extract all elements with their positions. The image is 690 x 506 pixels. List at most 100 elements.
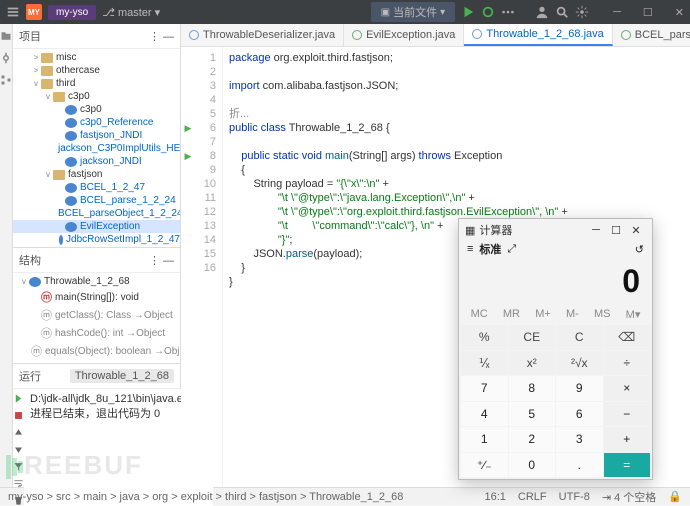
calc-history-icon[interactable]: ↺	[635, 243, 644, 256]
breadcrumb[interactable]: my-yso > src > main > java > org > explo…	[8, 491, 473, 503]
calc-title: 计算器	[479, 222, 512, 238]
commit-tool-icon[interactable]	[0, 52, 12, 64]
editor-tab[interactable]: ThrowableDeserializer.java	[181, 24, 344, 46]
calc-maximize[interactable]: ☐	[606, 224, 626, 237]
tree-node[interactable]: vfastjson	[13, 168, 180, 181]
structure-node[interactable]: ⓜmain(String[]): void	[13, 288, 180, 306]
calc-minimize[interactable]: ─	[586, 224, 606, 236]
structure-node[interactable]: ⓜgetClass(): Class →Object	[13, 306, 180, 324]
structure-tree[interactable]: vThrowable_1_2_68ⓜmain(String[]): voidⓜg…	[13, 273, 180, 363]
editor-tab[interactable]: Throwable_1_2_68.java	[464, 24, 612, 46]
calculator-window[interactable]: ▦ 计算器 ─ ☐ ✕ ≡ 标准 ⤢ ↺ 0 MCMRM+M-MSM▾ %CEC…	[458, 218, 653, 480]
calc-key[interactable]: CE	[509, 325, 556, 350]
project-name[interactable]: my-yso	[48, 5, 96, 20]
editor-tab[interactable]: EvilException.java	[344, 24, 464, 46]
run-icon[interactable]	[461, 5, 475, 19]
user-icon[interactable]	[535, 5, 549, 19]
calc-menu-icon[interactable]: ≡	[467, 243, 473, 255]
tree-node[interactable]: vc3p0	[13, 90, 180, 103]
structure-node[interactable]: ⓜequals(Object): boolean →Object	[13, 342, 180, 360]
tree-node[interactable]: >othercase	[13, 64, 180, 77]
calc-key[interactable]: 4	[461, 402, 508, 427]
stop-icon[interactable]	[13, 410, 24, 421]
status-bar: my-yso > src > main > java > org > explo…	[0, 487, 690, 505]
file-encoding[interactable]: UTF-8	[559, 491, 590, 503]
tree-node[interactable]: jackson_JNDI	[13, 155, 180, 168]
calc-key[interactable]: 5	[509, 402, 556, 427]
tree-node[interactable]: c3p0_Reference	[13, 116, 180, 129]
calc-key[interactable]: ⁺∕₋	[461, 453, 508, 478]
calc-key[interactable]: C	[556, 325, 603, 350]
close-button[interactable]: ✕	[675, 6, 684, 19]
calc-key[interactable]: 6	[556, 402, 603, 427]
calc-app-icon: ▦	[465, 224, 475, 237]
tree-node[interactable]: vthird	[13, 77, 180, 90]
calc-key[interactable]: ⅟ₓ	[461, 351, 508, 376]
rerun-icon[interactable]	[13, 393, 24, 404]
calc-key[interactable]: 8	[509, 376, 556, 401]
search-icon[interactable]	[555, 5, 569, 19]
calc-mem-btn[interactable]: M-	[566, 308, 579, 321]
run-config-selector[interactable]: ▣ 当前文件 ▾	[371, 2, 455, 22]
filter-icon[interactable]	[13, 461, 24, 472]
readonly-icon[interactable]: 🔒	[668, 490, 682, 503]
menu-icon[interactable]	[6, 5, 20, 19]
editor-tab[interactable]: BCEL_parse_1_2_24.java	[613, 24, 690, 46]
tree-node[interactable]: >misc	[13, 51, 180, 64]
calc-key[interactable]: 1	[461, 427, 508, 452]
more-icon[interactable]	[501, 5, 515, 19]
calc-key[interactable]: 0	[509, 453, 556, 478]
vcs-branch[interactable]: ⎇ master ▾	[102, 6, 160, 19]
calc-titlebar[interactable]: ▦ 计算器 ─ ☐ ✕	[459, 219, 652, 241]
tree-node[interactable]: BCEL_parse_1_2_24	[13, 194, 180, 207]
calc-key[interactable]: ⌫	[604, 325, 651, 350]
title-bar: MY my-yso ⎇ master ▾ ▣ 当前文件 ▾ ─ ☐ ✕	[0, 0, 690, 24]
calc-key[interactable]: ÷	[604, 351, 651, 376]
settings-icon[interactable]	[575, 5, 589, 19]
structure-node[interactable]: vThrowable_1_2_68	[13, 275, 180, 288]
tree-node[interactable]: c3p0	[13, 103, 180, 116]
tree-node[interactable]: EvilException	[13, 220, 180, 233]
tree-node[interactable]: fastjson_JNDI	[13, 129, 180, 142]
run-toolbar	[13, 389, 24, 506]
calc-key[interactable]: .	[556, 453, 603, 478]
calc-key[interactable]: 7	[461, 376, 508, 401]
calc-key[interactable]: −	[604, 402, 651, 427]
calc-close[interactable]: ✕	[626, 224, 646, 237]
calc-mem-btn[interactable]: M+	[535, 308, 551, 321]
project-tree[interactable]: >misc>othercasevthirdvc3p0c3p0c3p0_Refer…	[13, 49, 180, 247]
structure-tool-icon[interactable]	[0, 74, 12, 86]
calc-pin-icon[interactable]: ⤢	[507, 243, 516, 256]
tree-node[interactable]: BCEL_1_2_47	[13, 181, 180, 194]
tree-node[interactable]: jackson_C3P0ImplUtils_HEX_C	[13, 142, 180, 155]
calc-mem-btn[interactable]: MR	[503, 308, 520, 321]
calc-mem-btn[interactable]: MC	[471, 308, 488, 321]
run-up-icon[interactable]	[13, 427, 24, 438]
debug-icon[interactable]	[481, 5, 495, 19]
calc-key[interactable]: 3	[556, 427, 603, 452]
tree-node[interactable]: JdbcRowSetImpl_1_2_47	[13, 233, 180, 246]
calc-key[interactable]: 9	[556, 376, 603, 401]
run-panel-header: 运行 Throwable_1_2_68	[13, 364, 180, 389]
calc-key[interactable]: +	[604, 427, 651, 452]
maximize-button[interactable]: ☐	[643, 6, 653, 19]
indent-info[interactable]: ⇥ 4 个空格	[602, 489, 656, 505]
line-separator[interactable]: CRLF	[518, 491, 547, 503]
left-tool-strip	[0, 24, 13, 487]
editor-tabs[interactable]: ThrowableDeserializer.javaEvilException.…	[181, 24, 690, 47]
project-tool-icon[interactable]	[0, 30, 12, 42]
calc-key[interactable]: ²√x	[556, 351, 603, 376]
calc-key[interactable]: =	[604, 453, 651, 478]
calc-key[interactable]: %	[461, 325, 508, 350]
run-down-icon[interactable]	[13, 444, 24, 455]
calc-key[interactable]: x²	[509, 351, 556, 376]
structure-node[interactable]: ⓜhashCode(): int →Object	[13, 324, 180, 342]
wrap-icon[interactable]	[13, 478, 24, 489]
minimize-button[interactable]: ─	[613, 6, 621, 18]
calc-key[interactable]: 2	[509, 427, 556, 452]
calc-mem-btn[interactable]: MS	[594, 308, 611, 321]
calc-mem-btn[interactable]: M▾	[626, 308, 641, 321]
calc-key[interactable]: ×	[604, 376, 651, 401]
tree-node[interactable]: BCEL_parseObject_1_2_24	[13, 207, 180, 220]
caret-position[interactable]: 16:1	[485, 491, 506, 503]
